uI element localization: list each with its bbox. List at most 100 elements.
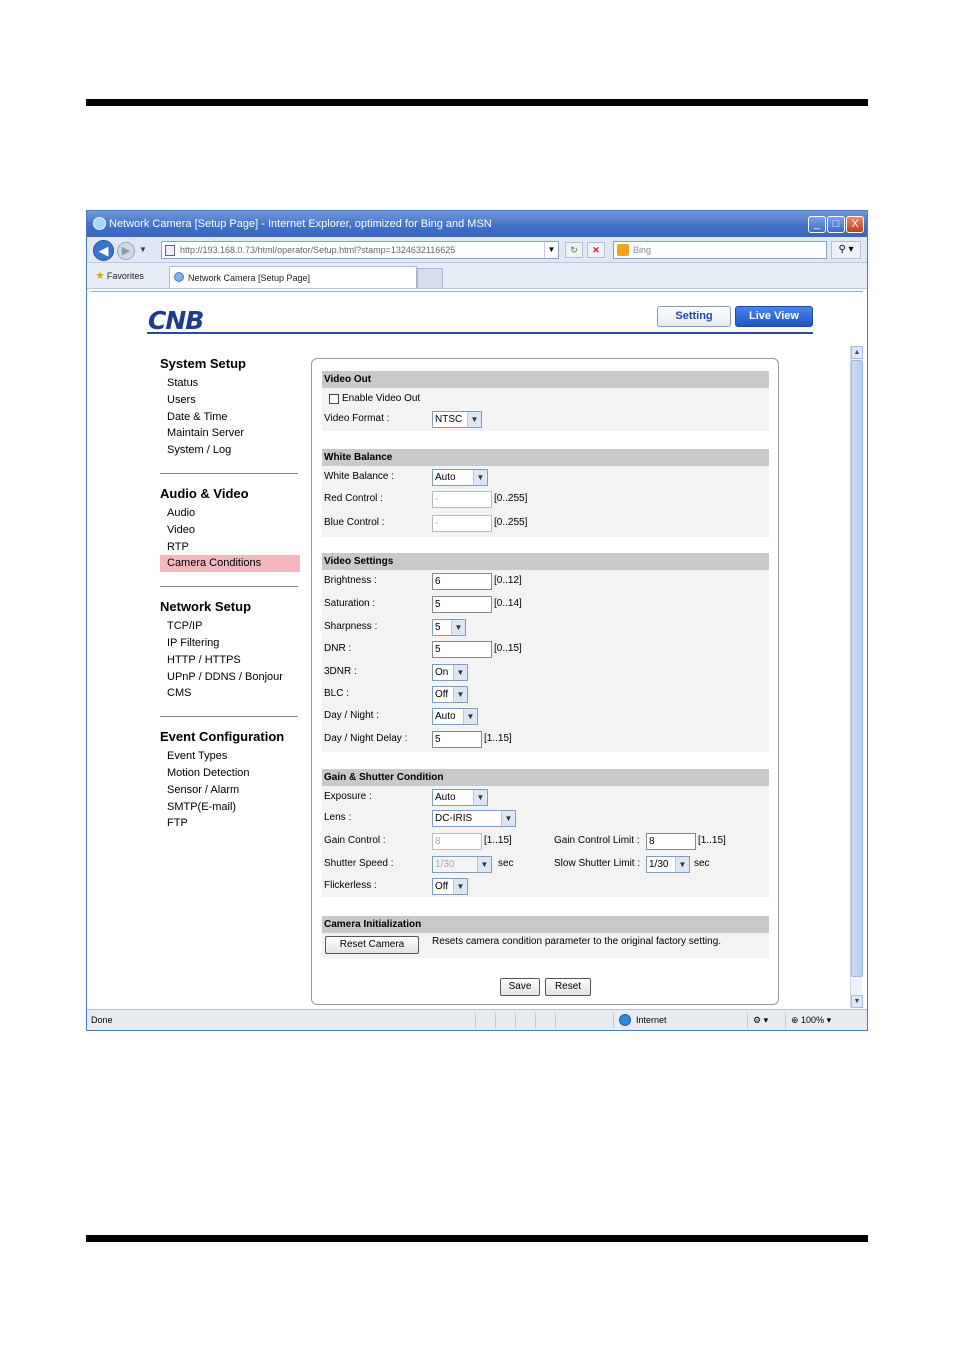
menu-heading: Audio & Video	[160, 485, 249, 501]
lens-select[interactable]: DC-IRIS ▼	[432, 810, 516, 827]
select-value: On	[435, 667, 449, 678]
video-format-label: Video Format :	[324, 413, 390, 424]
saturation-input[interactable]: 5	[432, 596, 492, 613]
chevron-down-icon: ▼	[453, 879, 467, 894]
sidebar-item-ip-filtering[interactable]: IP Filtering	[160, 635, 300, 652]
search-button[interactable]: ⚲ ▾	[831, 241, 861, 259]
reset-button[interactable]: Reset	[545, 978, 591, 996]
vertical-scrollbar[interactable]: ▲ ▼	[850, 346, 863, 1008]
sidebar-item-video[interactable]: Video	[160, 522, 300, 539]
stop-button[interactable]: ✕	[587, 242, 605, 258]
enable-video-out-label: Enable Video Out	[342, 393, 421, 404]
bottom-rule	[86, 1235, 868, 1242]
section-title: White Balance	[322, 449, 769, 466]
sidebar-item-camera-conditions[interactable]: Camera Conditions	[160, 555, 300, 573]
new-tab-button[interactable]	[417, 268, 443, 288]
sidebar-item-maintain-server[interactable]: Maintain Server	[160, 425, 300, 442]
sidebar-item-tcp-ip[interactable]: TCP/IP	[160, 618, 300, 635]
dnr-input[interactable]: 5	[432, 641, 492, 658]
gain-control-input[interactable]: 8	[432, 833, 482, 850]
history-dropdown-icon[interactable]: ▼	[139, 245, 147, 254]
slow-shutter-limit-select[interactable]: 1/30 ▼	[646, 856, 690, 873]
navigation-bar: ◀ ▶ ▼ http://193.168.0.73/html/operator/…	[87, 237, 867, 263]
maximize-button[interactable]: □	[827, 216, 845, 233]
sidebar-item-date-time[interactable]: Date & Time	[160, 409, 300, 426]
day-night-select[interactable]: Auto ▼	[432, 708, 478, 725]
blue-control-input[interactable]: -	[432, 515, 492, 532]
protected-mode-icon[interactable]: ⚙ ▾	[753, 1015, 768, 1026]
search-box[interactable]: Bing	[613, 241, 827, 259]
day-night-delay-input[interactable]: 5	[432, 731, 482, 748]
flickerless-select[interactable]: Off ▼	[432, 878, 468, 895]
chevron-down-icon: ▼	[473, 470, 487, 485]
white-balance-select[interactable]: Auto ▼	[432, 469, 488, 486]
sidebar-item-audio[interactable]: Audio	[160, 505, 300, 522]
camera-initialization-section: Camera Initialization Reset Camera Reset…	[322, 916, 769, 958]
menu-group-system-setup: System Setup Status Users Date & Time Ma…	[160, 356, 300, 459]
sidebar-item-http-https[interactable]: HTTP / HTTPS	[160, 652, 300, 669]
sidebar-item-users[interactable]: Users	[160, 392, 300, 409]
scroll-thumb[interactable]	[851, 360, 863, 977]
3dnr-select[interactable]: On ▼	[432, 664, 468, 681]
search-placeholder: Bing	[633, 245, 652, 255]
forward-button[interactable]: ▶	[117, 242, 135, 260]
enable-video-out-checkbox[interactable]	[329, 394, 339, 404]
window-title: Network Camera [Setup Page] - Internet E…	[109, 218, 492, 230]
menu-group-network-setup: Network Setup TCP/IP IP Filtering HTTP /…	[160, 599, 300, 702]
settings-panel: Video Out Enable Video Out Video Format …	[311, 358, 779, 1005]
red-control-input[interactable]: -	[432, 491, 492, 508]
sidebar-item-upnp-ddns-bonjour[interactable]: UPnP / DDNS / Bonjour	[160, 669, 300, 686]
live-view-button[interactable]: Live View	[735, 306, 813, 327]
status-divider	[535, 1013, 536, 1028]
gain-control-limit-input[interactable]: 8	[646, 833, 696, 850]
reset-camera-button[interactable]: Reset Camera	[325, 936, 419, 954]
brightness-input[interactable]: 6	[432, 573, 492, 590]
section-title: Camera Initialization	[322, 916, 769, 933]
sharpness-select[interactable]: 5 ▼	[432, 619, 466, 636]
scroll-down-icon[interactable]: ▼	[851, 995, 863, 1008]
sidebar-item-smtp[interactable]: SMTP(E-mail)	[160, 799, 300, 816]
sidebar-item-event-types[interactable]: Event Types	[160, 748, 300, 765]
tab-active[interactable]: Network Camera [Setup Page]	[169, 266, 417, 288]
minimize-button[interactable]: _	[808, 216, 826, 233]
save-button[interactable]: Save	[500, 978, 540, 996]
status-divider	[515, 1013, 516, 1028]
gain-control-range: [1..15]	[484, 835, 512, 846]
reset-camera-description: Resets camera condition parameter to the…	[432, 936, 722, 947]
favorites-button[interactable]: ★ Favorites	[95, 269, 144, 282]
gain-shutter-section: Gain & Shutter Condition Exposure : Auto…	[322, 769, 769, 897]
status-divider	[555, 1013, 556, 1028]
sidebar-item-status[interactable]: Status	[160, 375, 300, 392]
zoom-level[interactable]: ⊕ 100% ▾	[791, 1015, 831, 1026]
shutter-speed-select[interactable]: 1/30 ▼	[432, 856, 492, 873]
status-divider	[747, 1013, 748, 1028]
chevron-down-icon: ▼	[467, 412, 481, 427]
video-format-select[interactable]: NTSC ▼	[432, 411, 482, 428]
scroll-up-icon[interactable]: ▲	[851, 346, 863, 359]
select-value: 5	[435, 622, 441, 633]
saturation-label: Saturation :	[324, 598, 376, 609]
sidebar-item-motion-detection[interactable]: Motion Detection	[160, 765, 300, 782]
tab-icon	[174, 272, 184, 282]
setting-button[interactable]: Setting	[657, 306, 731, 327]
blc-select[interactable]: Off ▼	[432, 686, 468, 703]
sidebar-item-system-log[interactable]: System / Log	[160, 442, 300, 459]
address-dropdown-icon[interactable]: ▼	[544, 242, 558, 258]
back-button[interactable]: ◀	[93, 240, 114, 261]
sidebar-item-rtp[interactable]: RTP	[160, 539, 300, 556]
globe-icon	[619, 1014, 631, 1026]
refresh-button[interactable]: ↻	[565, 242, 583, 258]
status-text: Done	[91, 1015, 113, 1025]
select-value: Auto	[435, 472, 456, 483]
exposure-select[interactable]: Auto ▼	[432, 789, 488, 806]
select-value: Auto	[435, 711, 456, 722]
shutter-speed-unit: sec	[498, 858, 514, 869]
sidebar-item-ftp[interactable]: FTP	[160, 815, 300, 832]
close-button[interactable]: X	[846, 216, 864, 233]
page-content: CNB Setting Live View System Setup Statu…	[91, 291, 863, 1008]
select-value: Off	[435, 689, 449, 700]
sidebar-item-cms[interactable]: CMS	[160, 685, 300, 702]
address-bar[interactable]: http://193.168.0.73/html/operator/Setup.…	[161, 241, 559, 259]
day-night-label: Day / Night :	[324, 710, 380, 721]
sidebar-item-sensor-alarm[interactable]: Sensor / Alarm	[160, 782, 300, 799]
